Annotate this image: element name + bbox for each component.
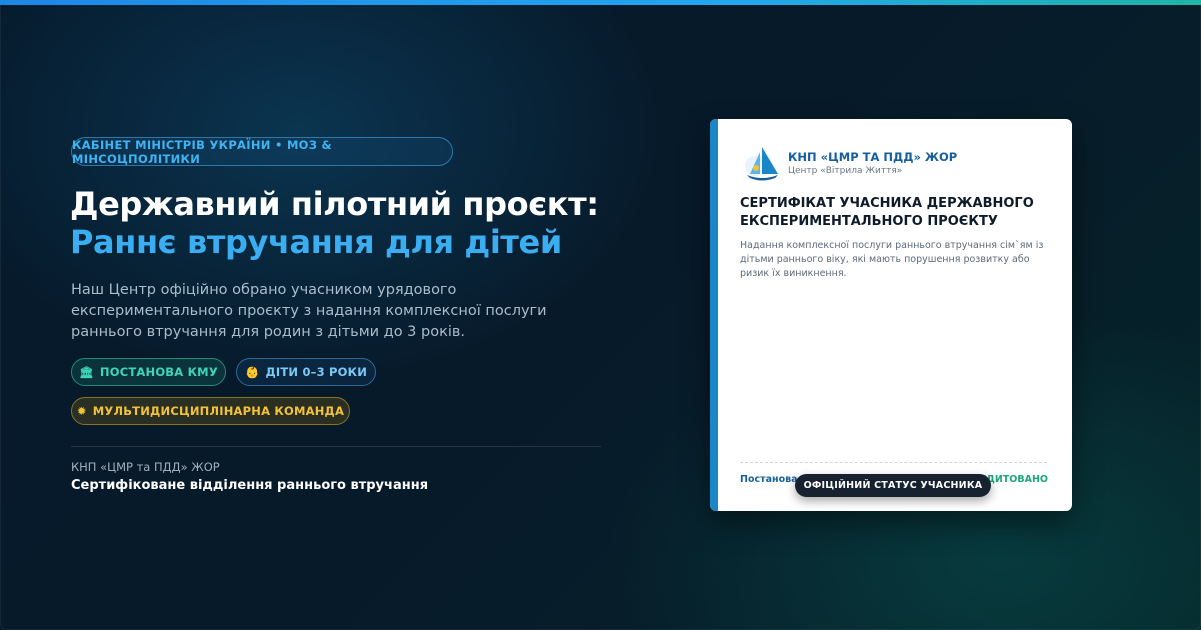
bank-icon: 🏛: [79, 365, 94, 379]
sailboat-logo-icon: [745, 147, 778, 181]
chip-label: МУЛЬТИДИСЦИПЛІНАРНА КОМАНДА: [92, 404, 345, 418]
org-name: КНП «ЦМР та ПДД» ЖОР: [71, 460, 220, 474]
chip-team: ✹ МУЛЬТИДИСЦИПЛІНАРНА КОМАНДА: [71, 397, 350, 425]
certificate-org-sub: Центр «Вітрила Життя»: [788, 166, 903, 176]
status-label: ОФІЦІЙНИЙ СТАТУС УЧАСНИКА: [803, 480, 983, 491]
certificate-title: СЕРТИФІКАТ УЧАСНИКА ДЕРЖАВНОГО ЕКСПЕРИМЕ…: [740, 196, 1034, 229]
chip-cmu-resolution: 🏛 ПОСТАНОВА КМУ: [71, 358, 226, 386]
certificate-org-name: КНП «ЦМР ТА ПДД» ЖОР: [788, 150, 958, 164]
org-subtitle: Сертифіковане відділення раннього втруча…: [71, 478, 429, 493]
chip-label: ПОСТАНОВА КМУ: [99, 365, 218, 379]
certificate-card: КНП «ЦМР ТА ПДД» ЖОР Центр «Вітрила Житт…: [710, 119, 1072, 511]
certificate-text: Надання комплексної послуги раннього втр…: [740, 240, 1044, 279]
sun-icon: ✹: [76, 404, 87, 418]
certificate-divider: [740, 462, 1047, 463]
ministry-badge: КАБІНЕТ МІНІСТРІВ УКРАЇНИ • МОЗ & МІНСОЦ…: [71, 137, 453, 166]
chip-kids-age: 👶 ДІТИ 0–3 РОКИ: [236, 358, 376, 386]
baby-icon: 👶: [244, 365, 260, 379]
page-title: Державний пілотний проєкт: Раннє втручан…: [70, 185, 670, 261]
certificate-accent-stripe: [710, 119, 718, 511]
title-line-2: Раннє втручання для дітей: [70, 223, 562, 261]
chip-label: ДІТИ 0–3 РОКИ: [265, 365, 368, 379]
title-line-1: Державний пілотний проєкт:: [70, 185, 599, 223]
section-divider: [71, 446, 601, 447]
ministry-badge-label: КАБІНЕТ МІНІСТРІВ УКРАЇНИ • МОЗ & МІНСОЦ…: [72, 137, 332, 166]
page-description: Наш Центр офіційно обрано учасником уряд…: [71, 282, 547, 340]
official-status-badge: ОФІЦІЙНИЙ СТАТУС УЧАСНИКА: [795, 474, 991, 497]
